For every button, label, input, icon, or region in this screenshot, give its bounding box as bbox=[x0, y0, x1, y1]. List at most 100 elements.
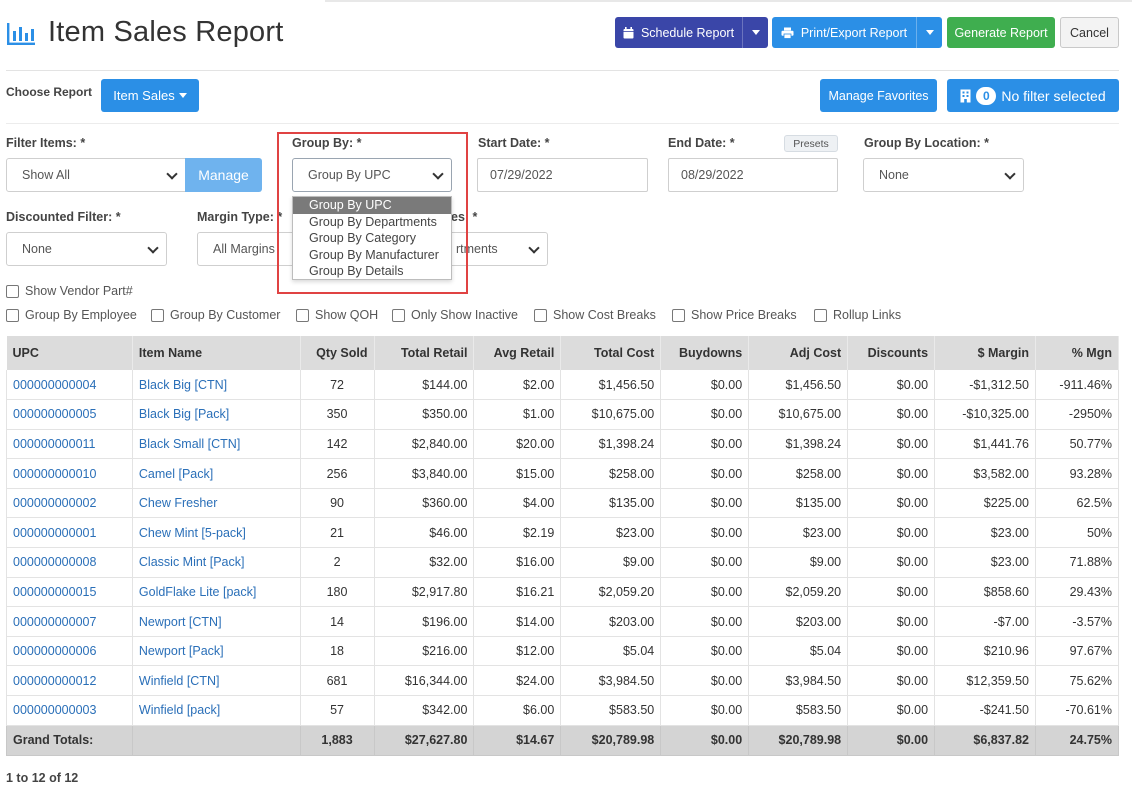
checkbox-show-vendor-part[interactable]: Show Vendor Part# bbox=[6, 284, 133, 298]
group-by-select[interactable]: Group By UPC bbox=[292, 158, 452, 192]
upc-link[interactable]: 000000000011 bbox=[13, 437, 96, 451]
column-header-upc[interactable]: UPC bbox=[6, 336, 133, 370]
generate-report-button[interactable]: Generate Report bbox=[947, 17, 1055, 48]
table-cell: -911.46% bbox=[1035, 370, 1120, 401]
checkbox-box[interactable] bbox=[6, 284, 19, 298]
cancel-label: Cancel bbox=[1070, 25, 1109, 40]
column-header-margin[interactable]: $ Margin bbox=[934, 336, 1036, 370]
column-header-buydowns[interactable]: Buydowns bbox=[660, 336, 750, 370]
schedule-dropdown-toggle[interactable] bbox=[742, 17, 768, 48]
filter-status-button[interactable]: 0 No filter selected bbox=[947, 79, 1119, 112]
table-cell: $15.00 bbox=[473, 458, 562, 489]
item-name-link[interactable]: Winfield [CTN] bbox=[139, 674, 220, 688]
presets-button[interactable]: Presets bbox=[784, 135, 838, 152]
table-cell: 142 bbox=[300, 429, 375, 460]
totals-cell: $20,789.98 bbox=[560, 725, 662, 756]
checkbox-only-show-inactive[interactable]: Only Show Inactive bbox=[392, 308, 518, 322]
discounted-filter-select[interactable]: None bbox=[6, 232, 167, 266]
table-row: 000000000007 Newport [CTN] 14 $196.00 $14.00… bbox=[6, 606, 1120, 637]
totals-cell: 24.75% bbox=[1035, 725, 1120, 756]
discounted-filter-value: None bbox=[22, 242, 52, 256]
checkbox-show-cost-breaks[interactable]: Show Cost Breaks bbox=[534, 308, 656, 322]
group-by-option[interactable]: Group By Details bbox=[293, 263, 451, 280]
group-by-option[interactable]: Group By Departments bbox=[293, 214, 451, 231]
start-date-input[interactable]: 07/29/2022 bbox=[477, 158, 648, 192]
upc-link[interactable]: 000000000004 bbox=[13, 378, 96, 392]
column-header-avg-retail[interactable]: Avg Retail bbox=[473, 336, 562, 370]
upc-link[interactable]: 000000000015 bbox=[13, 585, 96, 599]
item-name-link[interactable]: Black Small [CTN] bbox=[139, 437, 240, 451]
column-header-total-cost[interactable]: Total Cost bbox=[560, 336, 662, 370]
upc-link[interactable]: 000000000002 bbox=[13, 496, 96, 510]
item-name-link[interactable]: Classic Mint [Pack] bbox=[139, 555, 245, 569]
manage-favorites-label: Manage Favorites bbox=[828, 88, 929, 103]
checkbox-box[interactable] bbox=[151, 308, 164, 322]
table-cell: $3,840.00 bbox=[374, 458, 475, 489]
table-cell: $0.00 bbox=[847, 370, 936, 401]
totals-label: Grand Totals: bbox=[6, 725, 133, 756]
column-header-adj-cost[interactable]: Adj Cost bbox=[748, 336, 849, 370]
schedule-report-button[interactable]: Schedule Report bbox=[615, 17, 768, 48]
upc-link[interactable]: 000000000003 bbox=[13, 703, 96, 717]
item-name-link[interactable]: Chew Fresher bbox=[139, 496, 218, 510]
group-by-location-value: None bbox=[879, 168, 909, 182]
item-name-link[interactable]: Newport [Pack] bbox=[139, 644, 224, 658]
upc-link[interactable]: 000000000008 bbox=[13, 555, 96, 569]
group-by-option[interactable]: Group By UPC bbox=[293, 197, 451, 214]
column-header-discounts[interactable]: Discounts bbox=[847, 336, 936, 370]
checkbox-show-qoh[interactable]: Show QOH bbox=[296, 308, 378, 322]
table-cell: $0.00 bbox=[660, 458, 750, 489]
table-cell: $216.00 bbox=[374, 636, 475, 667]
item-name-link[interactable]: Black Big [Pack] bbox=[139, 407, 229, 421]
checkbox-group-by-customer[interactable]: Group By Customer bbox=[151, 308, 280, 322]
item-name-link[interactable]: Black Big [CTN] bbox=[139, 378, 227, 392]
column-header-total-retail[interactable]: Total Retail bbox=[374, 336, 475, 370]
upc-link[interactable]: 000000000012 bbox=[13, 674, 96, 688]
upc-link[interactable]: 000000000010 bbox=[13, 467, 96, 481]
report-table: UPC Item Name Qty Sold Total Retail Avg … bbox=[6, 336, 1120, 756]
manage-favorites-button[interactable]: Manage Favorites bbox=[820, 79, 937, 112]
filter-items-select[interactable]: Show All bbox=[6, 158, 186, 192]
manage-items-button[interactable]: Manage bbox=[185, 158, 262, 192]
cancel-button[interactable]: Cancel bbox=[1060, 17, 1119, 48]
chevron-down-icon bbox=[528, 242, 540, 254]
print-export-button[interactable]: Print/Export Report bbox=[772, 17, 942, 48]
checkbox-show-price-breaks[interactable]: Show Price Breaks bbox=[672, 308, 797, 322]
item-name-link[interactable]: Newport [CTN] bbox=[139, 615, 222, 629]
choose-report-dropdown[interactable]: Item Sales bbox=[101, 79, 199, 112]
item-name-cell: GoldFlake Lite [pack] bbox=[132, 577, 301, 608]
checkbox-box[interactable] bbox=[672, 308, 685, 322]
table-cell: $0.00 bbox=[847, 636, 936, 667]
margin-type-value: All Margins bbox=[213, 242, 275, 256]
column-header-qty-sold[interactable]: Qty Sold bbox=[300, 336, 375, 370]
upc-cell: 000000000005 bbox=[6, 399, 133, 430]
column-header-pct-margin[interactable]: % Mgn bbox=[1035, 336, 1120, 370]
checkbox-group-by-employee[interactable]: Group By Employee bbox=[6, 308, 137, 322]
checkbox-box[interactable] bbox=[392, 308, 405, 322]
end-date-label: End Date: * bbox=[668, 136, 735, 150]
checkbox-rollup-links[interactable]: Rollup Links bbox=[814, 308, 901, 322]
checkbox-box[interactable] bbox=[814, 308, 827, 322]
group-by-option[interactable]: Group By Manufacturer bbox=[293, 247, 451, 264]
table-cell: $10,675.00 bbox=[560, 399, 662, 430]
table-cell: $1,441.76 bbox=[934, 429, 1036, 460]
group-by-option[interactable]: Group By Category bbox=[293, 230, 451, 247]
checkbox-box[interactable] bbox=[534, 308, 547, 322]
upc-link[interactable]: 000000000006 bbox=[13, 644, 96, 658]
print-dropdown-toggle[interactable] bbox=[916, 17, 942, 48]
upc-link[interactable]: 000000000005 bbox=[13, 407, 96, 421]
column-header-item-name[interactable]: Item Name bbox=[132, 336, 301, 370]
item-name-link[interactable]: GoldFlake Lite [pack] bbox=[139, 585, 256, 599]
upc-link[interactable]: 000000000007 bbox=[13, 615, 96, 629]
item-name-link[interactable]: Chew Mint [5-pack] bbox=[139, 526, 246, 540]
end-date-input[interactable]: 08/29/2022 bbox=[668, 158, 838, 192]
checkbox-box[interactable] bbox=[6, 308, 19, 322]
checkbox-box[interactable] bbox=[296, 308, 309, 322]
bar-chart-icon bbox=[7, 23, 35, 45]
group-by-location-label: Group By Location: * bbox=[864, 136, 989, 150]
item-name-cell: Camel [Pack] bbox=[132, 458, 301, 489]
item-name-link[interactable]: Winfield [pack] bbox=[139, 703, 220, 717]
group-by-location-select[interactable]: None bbox=[863, 158, 1024, 192]
item-name-link[interactable]: Camel [Pack] bbox=[139, 467, 213, 481]
upc-link[interactable]: 000000000001 bbox=[13, 526, 96, 540]
